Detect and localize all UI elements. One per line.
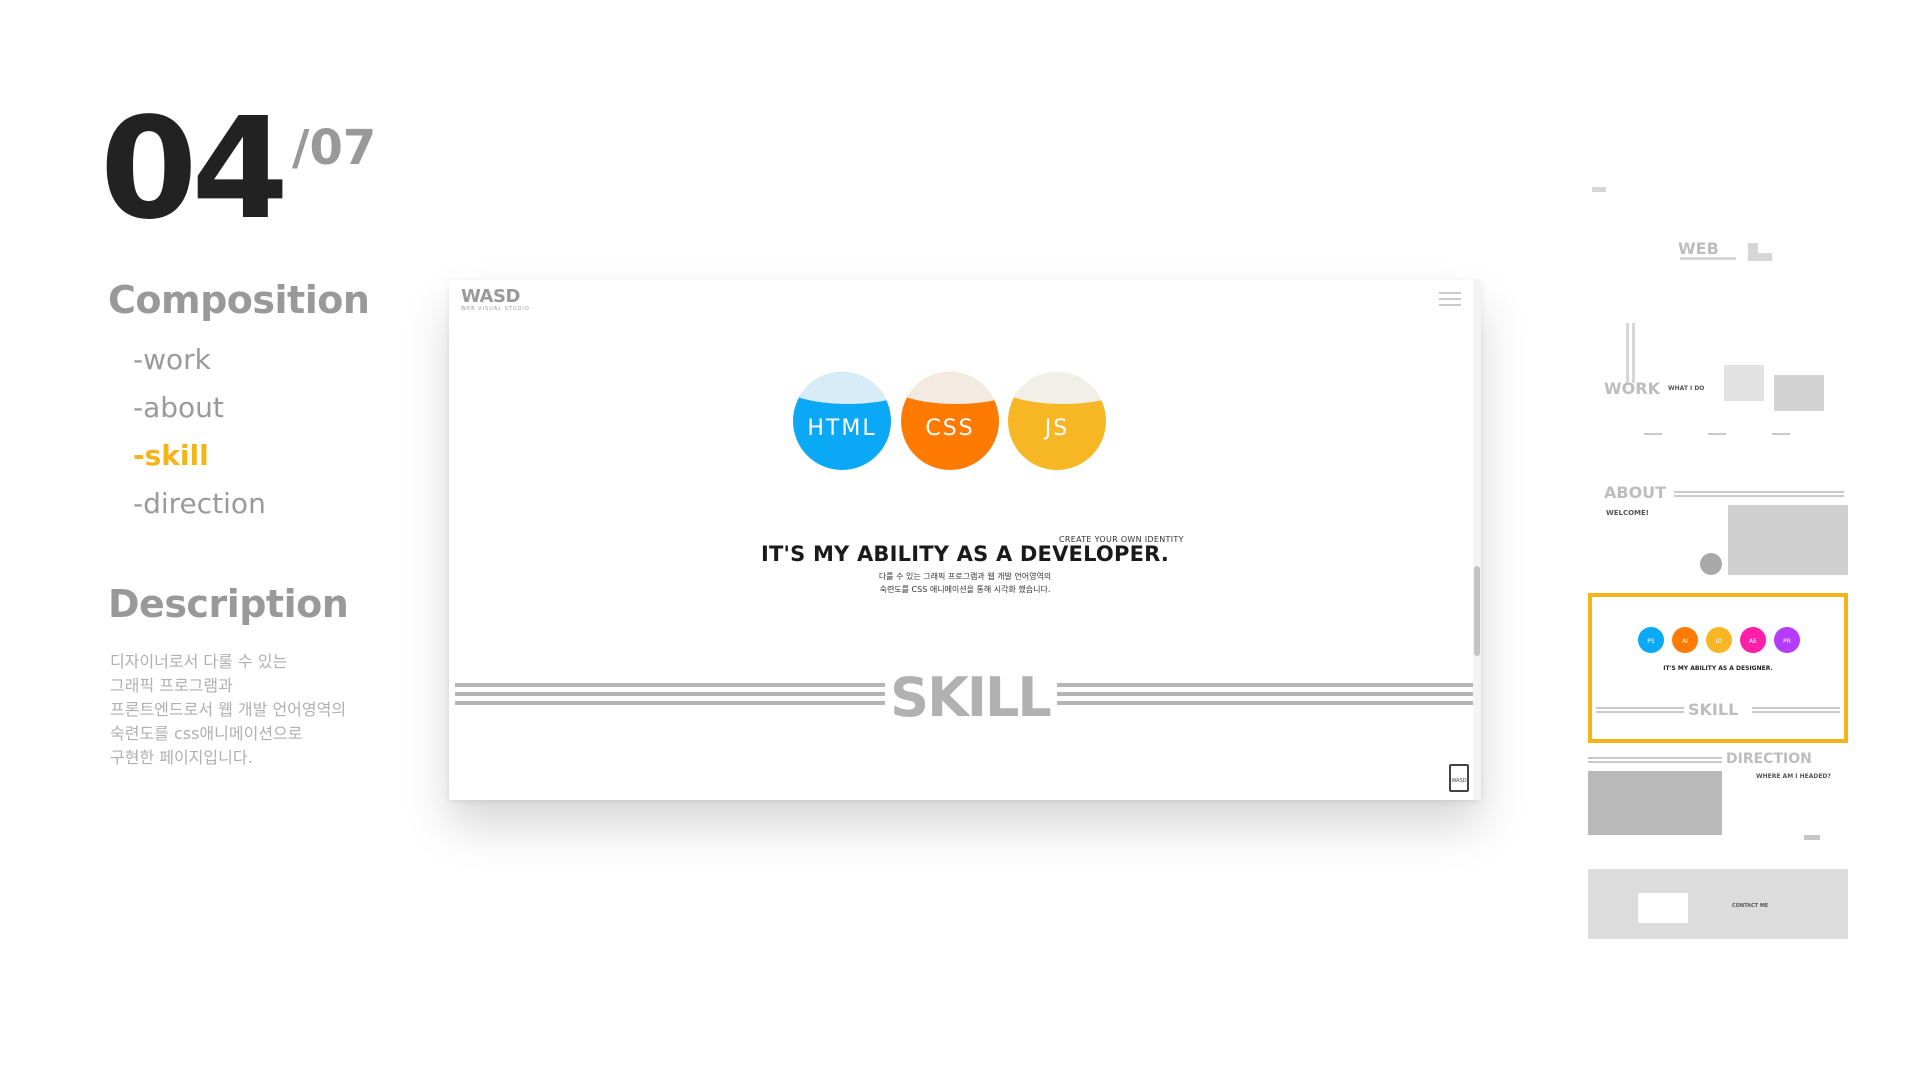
- mini-bar: [1748, 243, 1758, 261]
- thumbnail-work[interactable]: WORK WHAT I DO: [1588, 323, 1848, 449]
- mini-line: [1596, 711, 1684, 713]
- mini-bar: [1626, 323, 1629, 383]
- decorative-lines-left: [455, 683, 885, 707]
- hamburger-menu-icon[interactable]: [1439, 292, 1461, 306]
- mini-image: [1728, 505, 1848, 575]
- composition-title: Composition: [108, 278, 370, 322]
- thumbnail-home[interactable]: WEB: [1588, 183, 1848, 305]
- description-line: 구현한 페이지입니다.: [110, 748, 253, 767]
- mini-line: [1596, 707, 1684, 709]
- thumbnail-subtitle: WHERE AM I HEADED?: [1756, 773, 1831, 780]
- thumbnail-title: WORK: [1604, 379, 1660, 398]
- mini-skill-circle: PR: [1774, 627, 1800, 653]
- skill-label: HTML: [807, 415, 877, 441]
- developer-description: 다룰 수 있는 그래픽 프로그램과 웹 개발 언어영역의 숙련도를 CSS 애니…: [449, 570, 1481, 596]
- wave-fill: [793, 372, 891, 404]
- skill-circle-css[interactable]: CSS: [901, 372, 999, 470]
- thumbnail-contact[interactable]: CONTACT ME: [1588, 869, 1848, 939]
- mini-skill-circle: AI: [1672, 627, 1698, 653]
- skill-section-title: SKILL: [890, 666, 1052, 729]
- developer-heading: IT'S MY ABILITY AS A DEVELOPER.: [760, 542, 1170, 566]
- mini-button: [1804, 835, 1820, 840]
- logo-subtitle: WEB VISUAL STUDIO: [461, 306, 530, 312]
- mini-skill-circle: PS: [1638, 627, 1664, 653]
- mini-line: [1674, 495, 1844, 497]
- description-line: 다룰 수 있는 그래픽 프로그램과 웹 개발 언어영역의: [878, 572, 1052, 581]
- thumbnail-heading: IT'S MY ABILITY AS A DESIGNER.: [1663, 665, 1773, 672]
- wave-fill: [1008, 372, 1106, 404]
- thumbnail-title: SKILL: [1688, 700, 1739, 719]
- thumbnail-title: DIRECTION: [1726, 751, 1812, 767]
- mini-image: [1588, 771, 1722, 835]
- description-text: 디자이너로서 다룰 수 있는 그래픽 프로그램과 프론트엔드로서 웹 개발 언어…: [110, 650, 410, 770]
- skill-circle-js[interactable]: JS: [1008, 372, 1106, 470]
- mini-line: [1588, 761, 1722, 763]
- scroll-thumb[interactable]: [1474, 566, 1480, 656]
- thumbnail-title: WEB: [1678, 239, 1719, 258]
- skill-circle-html[interactable]: HTML: [793, 372, 891, 470]
- mini-avatar: [1700, 553, 1722, 575]
- mini-line: [1644, 433, 1662, 435]
- thumbnail-subtitle: WELCOME!: [1606, 509, 1649, 517]
- mini-bar: [1632, 323, 1635, 383]
- page-number: 04: [100, 88, 289, 251]
- thumbnail-skill-active[interactable]: PS AI ID AE PR IT'S MY ABILITY AS A DESI…: [1588, 593, 1848, 743]
- website-preview: WASD WEB VISUAL STUDIO HTML CSS JS CREAT…: [449, 280, 1481, 800]
- page-total: /07: [292, 120, 377, 176]
- composition-nav: -work -about -skill -direction: [133, 336, 266, 528]
- description-line: 디자이너로서 다룰 수 있는: [110, 652, 288, 671]
- mini-logo: [1592, 187, 1606, 192]
- mini-block: [1638, 893, 1688, 923]
- thumbnail-title: ABOUT: [1604, 483, 1667, 502]
- mini-line: [1752, 707, 1840, 709]
- thumbnail-about[interactable]: ABOUT WELCOME!: [1588, 483, 1848, 585]
- description-line: 숙련도를 CSS 애니메이션을 통해 시각화 했습니다.: [879, 585, 1051, 594]
- mini-bar: [1680, 257, 1736, 260]
- mini-skill-circle: ID: [1706, 627, 1732, 653]
- nav-item-about[interactable]: -about: [133, 384, 266, 432]
- mini-line: [1708, 433, 1726, 435]
- description-title: Description: [108, 582, 349, 626]
- thumbnail-subtitle: WHAT I DO: [1668, 385, 1705, 392]
- scrollbar[interactable]: [1473, 280, 1481, 800]
- mini-line: [1674, 491, 1844, 493]
- decorative-lines-right: [1057, 683, 1473, 707]
- description-line: 그래픽 프로그램과: [110, 676, 233, 695]
- thumbnail-label: CONTACT ME: [1732, 903, 1769, 909]
- mini-line: [1772, 433, 1790, 435]
- mini-bar: [1758, 253, 1772, 261]
- description-line: 숙련도를 css애니메이션으로: [110, 724, 303, 743]
- mini-image: [1724, 365, 1764, 401]
- description-line: 프론트엔드로서 웹 개발 언어영역의: [110, 700, 347, 719]
- mini-line: [1752, 711, 1840, 713]
- logo-text: WASD: [461, 286, 520, 307]
- mini-skill-circle: AE: [1740, 627, 1766, 653]
- skill-label: JS: [1044, 415, 1070, 441]
- mini-image: [1774, 375, 1824, 411]
- wave-fill: [901, 372, 999, 404]
- nav-item-skill[interactable]: -skill: [133, 432, 266, 480]
- thumbnail-direction[interactable]: DIRECTION WHERE AM I HEADED?: [1588, 751, 1848, 861]
- nav-item-direction[interactable]: -direction: [133, 480, 266, 528]
- skill-label: CSS: [925, 415, 975, 441]
- site-logo[interactable]: WASD WEB VISUAL STUDIO: [461, 286, 530, 313]
- nav-item-work[interactable]: -work: [133, 336, 266, 384]
- mini-line: [1588, 757, 1722, 759]
- corner-badge-icon[interactable]: WASD: [1449, 764, 1469, 792]
